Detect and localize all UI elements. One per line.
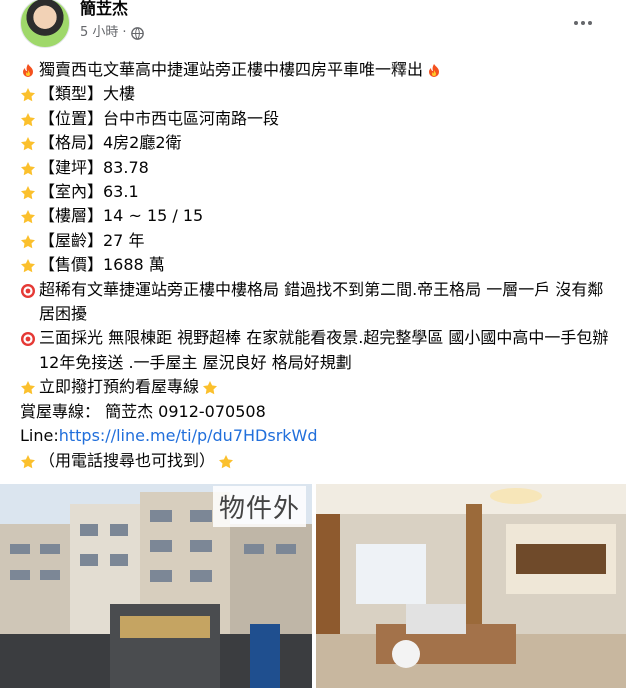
line-label: Line: bbox=[20, 426, 59, 446]
star-emoji-icon bbox=[20, 160, 36, 176]
post-line-text: 超稀有文華捷運站旁正樓中樓格局 錯過找不到第二間.帝王格局 一層一戶 沒有鄰居困… bbox=[39, 279, 604, 324]
author-name[interactable]: 簡苙杰 bbox=[80, 0, 128, 19]
globe-icon[interactable] bbox=[130, 26, 144, 40]
post-line: 【建坪】83.78 bbox=[20, 156, 616, 180]
post-line-text: 賞屋專線： 簡苙杰 0912-070508 bbox=[20, 401, 266, 421]
post-line-text: 立即撥打預約看屋專線 bbox=[39, 377, 200, 397]
fire-emoji-icon bbox=[20, 62, 36, 78]
post-line: 【類型】大樓 bbox=[20, 82, 616, 106]
star-emoji-icon bbox=[20, 257, 36, 273]
post-line-text: 【位置】台中市西屯區河南路一段 bbox=[39, 108, 280, 128]
avatar[interactable] bbox=[20, 0, 70, 48]
star-emoji-icon bbox=[20, 135, 36, 151]
post-line-text: 【售價】1688 萬 bbox=[39, 255, 165, 275]
meta-separator: · bbox=[122, 25, 127, 40]
photo-interior[interactable] bbox=[316, 484, 626, 688]
star-emoji-icon bbox=[202, 379, 218, 395]
post-line: 立即撥打預約看屋專線 bbox=[20, 375, 616, 399]
target-emoji-icon bbox=[20, 330, 36, 347]
post-line: 三面採光 無限棟距 視野超棒 在家就能看夜景.超完整學區 國小國中高中一手包辦 … bbox=[20, 326, 616, 375]
more-options-icon[interactable] bbox=[566, 12, 600, 34]
star-emoji-icon bbox=[20, 184, 36, 200]
target-emoji-icon bbox=[20, 282, 36, 298]
post-line: （用電話搜尋也可找到） bbox=[20, 449, 616, 473]
post-line: 獨賣西屯文華高中捷運站旁正樓中樓四房平車唯一釋出 bbox=[20, 58, 616, 82]
post-line-text: 【建坪】83.78 bbox=[39, 157, 149, 177]
post-line: 【屋齡】27 年 bbox=[20, 229, 616, 253]
post-line: Line:https://line.me/ti/p/du7HDsrkWd bbox=[20, 424, 616, 448]
post-header: 簡苙杰 5 小時 · bbox=[0, 0, 626, 54]
star-emoji-icon bbox=[218, 453, 234, 469]
post-line-text: 【室內】63.1 bbox=[39, 182, 139, 202]
star-emoji-icon bbox=[20, 111, 36, 127]
post-line-text: （用電話搜尋也可找到） bbox=[39, 450, 216, 470]
star-emoji-icon bbox=[20, 233, 36, 249]
post-line-text: 【類型】大樓 bbox=[39, 84, 136, 104]
post-line: 【售價】1688 萬 bbox=[20, 253, 616, 277]
post-line: 【格局】4房2廳2衛 bbox=[20, 131, 616, 155]
fire-emoji-icon bbox=[426, 62, 442, 78]
post-line: 賞屋專線： 簡苙杰 0912-070508 bbox=[20, 400, 616, 424]
post-meta: 5 小時 · bbox=[80, 24, 144, 42]
post-line: 【樓層】14 ~ 15 / 15 bbox=[20, 204, 616, 228]
post-line-text: 【樓層】14 ~ 15 / 15 bbox=[39, 206, 204, 226]
post-line: 【位置】台中市西屯區河南路一段 bbox=[20, 107, 616, 131]
photo-building-exterior[interactable]: 物件外 bbox=[0, 484, 312, 688]
line-link[interactable]: https://line.me/ti/p/du7HDsrkWd bbox=[59, 426, 318, 445]
photo-grid: 物件外 bbox=[0, 484, 626, 688]
star-emoji-icon bbox=[20, 453, 36, 469]
post-line-text: 獨賣西屯文華高中捷運站旁正樓中樓四房平車唯一釋出 bbox=[39, 60, 424, 79]
post-line-text: 【屋齡】27 年 bbox=[39, 230, 145, 250]
star-emoji-icon bbox=[20, 86, 36, 102]
star-emoji-icon bbox=[20, 379, 36, 395]
post-time[interactable]: 5 小時 bbox=[80, 24, 118, 42]
post-line-text: 【格局】4房2廳2衛 bbox=[39, 133, 182, 153]
post-line: 【室內】63.1 bbox=[20, 180, 616, 204]
photo-tag: 物件外 bbox=[212, 486, 306, 527]
post-line-text: 三面採光 無限棟距 視野超棒 在家就能看夜景.超完整學區 國小國中高中一手包辦 … bbox=[39, 328, 609, 372]
post-line: 超稀有文華捷運站旁正樓中樓格局 錯過找不到第二間.帝王格局 一層一戶 沒有鄰居困… bbox=[20, 278, 616, 327]
post-body: 獨賣西屯文華高中捷運站旁正樓中樓四房平車唯一釋出 【類型】大樓【位置】台中市西屯區… bbox=[20, 58, 616, 473]
star-emoji-icon bbox=[20, 208, 36, 224]
